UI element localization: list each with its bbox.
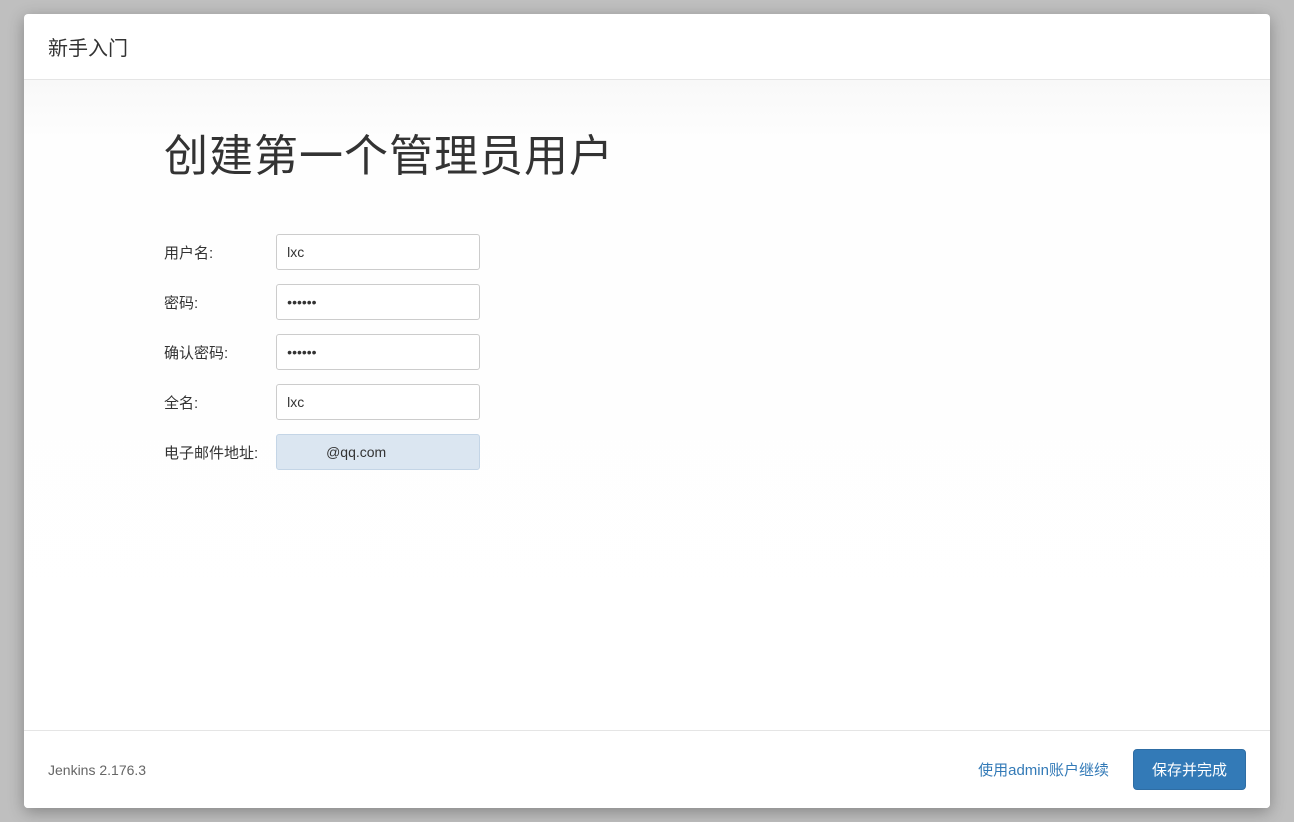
- confirm-password-input[interactable]: [276, 334, 480, 370]
- fullname-label: 全名:: [164, 384, 276, 420]
- continue-as-admin-link[interactable]: 使用admin账户继续: [978, 759, 1109, 780]
- modal-title: 新手入门: [48, 38, 128, 60]
- save-and-finish-button[interactable]: 保存并完成: [1133, 749, 1246, 790]
- modal-body: 创建第一个管理员用户 用户名: 密码: 确认密码: 全名: 电子邮件地址:: [24, 80, 1270, 730]
- fullname-input[interactable]: [276, 384, 480, 420]
- confirm-password-label: 确认密码:: [164, 334, 276, 370]
- modal-footer: Jenkins 2.176.3 使用admin账户继续 保存并完成: [24, 730, 1270, 808]
- password-label: 密码:: [164, 284, 276, 320]
- email-input[interactable]: [276, 434, 480, 470]
- email-label: 电子邮件地址:: [164, 434, 276, 470]
- admin-user-form: 用户名: 密码: 确认密码: 全名: 电子邮件地址:: [164, 220, 480, 484]
- username-label: 用户名:: [164, 234, 276, 270]
- footer-actions: 使用admin账户继续 保存并完成: [978, 749, 1246, 790]
- modal-header: 新手入门: [24, 14, 1270, 80]
- username-input[interactable]: [276, 234, 480, 270]
- setup-wizard-modal: 新手入门 创建第一个管理员用户 用户名: 密码: 确认密码: 全名: 电子邮件地…: [24, 14, 1270, 808]
- password-input[interactable]: [276, 284, 480, 320]
- page-title: 创建第一个管理员用户: [164, 120, 1270, 184]
- jenkins-version: Jenkins 2.176.3: [48, 762, 146, 778]
